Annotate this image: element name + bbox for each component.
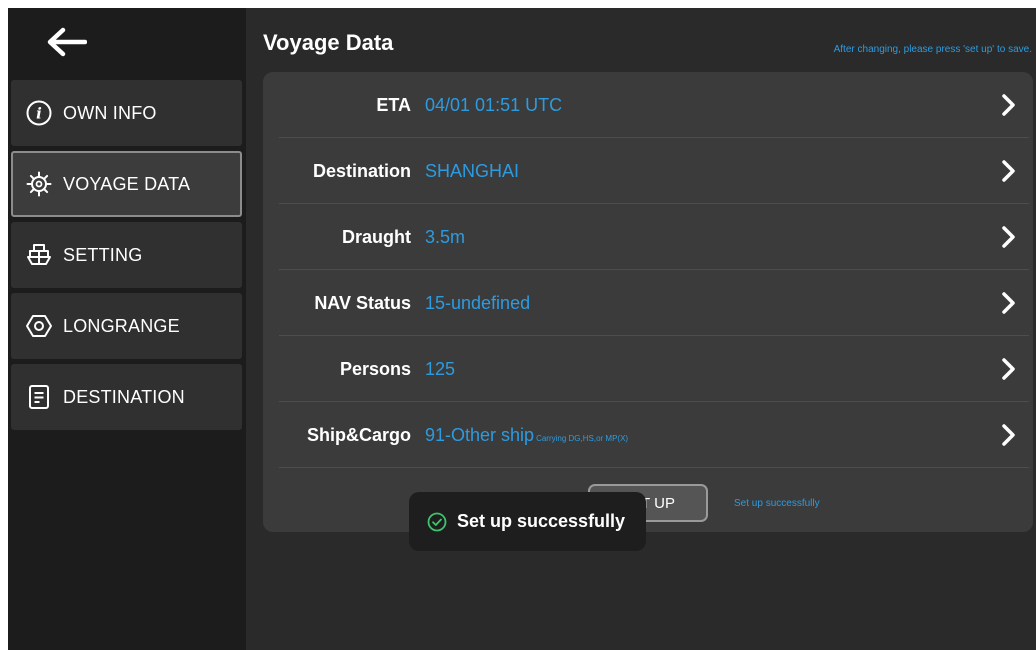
persons-row[interactable]: Persons 125 [279,336,1029,402]
chevron-right-icon [1002,94,1015,116]
destination-row[interactable]: Destination SHANGHAI [279,138,1029,204]
check-circle-icon [427,512,447,531]
setup-status-text: Set up successfully [734,498,820,509]
main-panel: Voyage Data After changing, please press… [246,8,1036,650]
draught-value: 3.5m [425,227,466,247]
persons-label: Persons [339,359,411,379]
page-title: Voyage Data [263,30,394,55]
toast-notification: Set up successfully [409,492,646,551]
nav-status-label: NAV Status [314,293,411,313]
svg-text:i: i [36,105,42,123]
chevron-right-icon [1002,226,1015,248]
persons-value: 125 [425,359,456,379]
draught-label: Draught [342,227,411,247]
ship-wheel-icon [25,170,53,198]
chevron-right-icon [1002,292,1015,314]
info-circle-icon: i [25,99,53,127]
sidebar-item-label: VOYAGE DATA [63,173,191,194]
voyage-data-card: ETA 04/01 01:51 UTC Destination SHANGHAI… [263,72,1033,532]
chevron-right-icon [1002,424,1015,446]
app-window: i OWN INFO VOYAGE DATA SETTING LONGRANGE… [8,8,1036,650]
chevron-right-icon [1002,160,1015,182]
sidebar-item-voyage-data[interactable]: VOYAGE DATA [11,151,242,217]
ship-cargo-subtext: Carrying DG,HS,or MP(X) [536,434,629,443]
ship-cargo-label: Ship&Cargo [306,425,411,445]
ship-icon [25,241,53,269]
toast-text: Set up successfully [457,511,626,531]
sidebar-item-own-info[interactable]: i OWN INFO [11,80,242,146]
hexagon-icon [25,312,53,340]
destination-value: SHANGHAI [425,161,520,181]
sidebar-item-longrange[interactable]: LONGRANGE [11,293,242,359]
sidebar-item-destination[interactable]: DESTINATION [11,364,242,430]
ship-cargo-main: 91-Other ship [425,425,535,445]
destination-label: Destination [312,161,411,181]
sidebar-item-label: OWN INFO [63,102,157,123]
eta-label: ETA [376,95,411,115]
arrow-left-icon [47,27,87,57]
save-hint: After changing, please press 'set up' to… [833,44,1032,55]
draught-row[interactable]: Draught 3.5m [279,204,1029,270]
nav-status-row[interactable]: NAV Status 15-undefined [279,270,1029,336]
back-button[interactable] [42,22,90,62]
ship-cargo-row[interactable]: Ship&Cargo 91-Other ship Carrying DG,HS,o… [279,402,1029,468]
sidebar-item-label: SETTING [63,244,143,265]
chevron-right-icon [1002,358,1015,380]
document-icon [25,383,53,411]
ship-cargo-value: 91-Other ship Carrying DG,HS,or MP(X) [425,402,628,468]
eta-value: 04/01 01:51 UTC [425,95,563,115]
sidebar: i OWN INFO VOYAGE DATA SETTING LONGRANGE… [8,8,246,650]
eta-row[interactable]: ETA 04/01 01:51 UTC [279,72,1029,138]
sidebar-item-label: DESTINATION [63,386,185,407]
nav-status-value: 15-undefined [425,293,531,313]
sidebar-item-label: LONGRANGE [63,315,180,336]
sidebar-item-setting[interactable]: SETTING [11,222,242,288]
